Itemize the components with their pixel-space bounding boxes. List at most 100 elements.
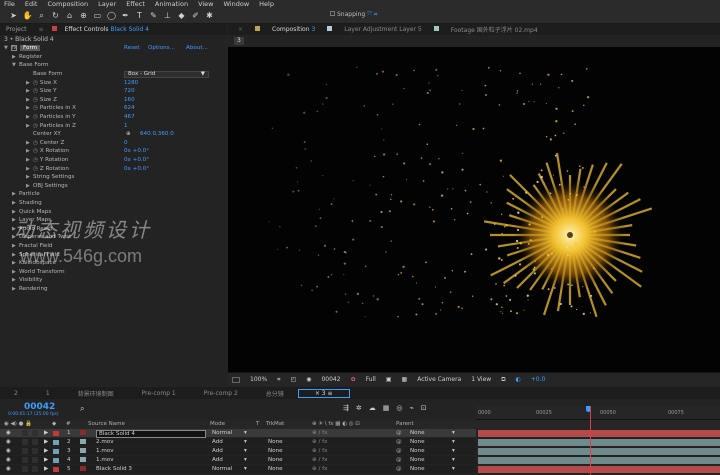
blend-mode-dropdown[interactable]: Add — [212, 457, 223, 463]
lock-icon[interactable] — [50, 26, 59, 33]
blend-mode-dropdown[interactable]: Add — [212, 439, 223, 445]
close-icon[interactable]: ≡ — [33, 26, 50, 33]
layer-name[interactable]: Black Solid 3 — [96, 466, 132, 472]
effect-property-row[interactable]: ▶ ◷ Particles in Z 1 — [0, 121, 227, 130]
layer-row[interactable]: ◉ ▶ 3 1.mov Add ▾ None ⊕ / fx @ None ▾ — [0, 447, 476, 456]
blend-mode-dropdown[interactable]: Normal — [212, 430, 232, 436]
expand-triangle-icon[interactable]: ▶ — [12, 200, 19, 206]
menu-window[interactable]: Window — [224, 0, 250, 8]
trkmat-dropdown[interactable]: None — [268, 457, 283, 463]
resolution-dropdown[interactable]: Full — [366, 376, 376, 383]
effect-property-value[interactable]: 1280 — [124, 80, 138, 86]
solo-toggle[interactable] — [22, 466, 28, 472]
lock-toggle[interactable] — [32, 448, 38, 454]
exposure-value[interactable]: +0.0 — [531, 376, 546, 383]
search-icon[interactable]: ⌕ — [80, 404, 84, 414]
parent-pickwhip-icon[interactable]: @ — [396, 457, 402, 463]
expand-triangle-icon[interactable]: ▶ — [12, 277, 19, 283]
draft-3d-icon[interactable]: ✲ — [356, 404, 369, 412]
effect-options-link[interactable]: Options... — [148, 45, 175, 51]
effect-property-row[interactable]: ▶ ◷ Size Z 160 — [0, 96, 227, 105]
effect-property-row[interactable]: ▶ Particle — [0, 190, 227, 199]
trkmat-dropdown[interactable]: None — [268, 466, 283, 472]
visibility-eye-icon[interactable]: ◉ — [6, 448, 11, 454]
collapse-triangle-icon[interactable]: ▼ — [4, 45, 11, 51]
layer-switches[interactable]: ⊕ / fx — [312, 457, 327, 463]
composition-viewer[interactable]: 动态视频设计 — [228, 47, 720, 372]
effect-property-value[interactable]: 624 — [124, 105, 135, 111]
effect-property-row[interactable]: ▶ ◷ Particles in Y 467 — [0, 113, 227, 122]
expand-layer-icon[interactable]: ▶ — [44, 448, 48, 454]
rotate-tool-icon[interactable]: ↻ — [50, 10, 61, 21]
label-color-swatch[interactable] — [53, 457, 59, 463]
tab-layer[interactable]: Layer Adjustment Layer 5 — [334, 26, 431, 33]
expand-triangle-icon[interactable]: ▶ — [26, 80, 33, 86]
transparency-grid-icon[interactable]: ▦ — [402, 376, 408, 383]
fx-toggle-icon[interactable]: fx — [11, 45, 17, 52]
comp-breadcrumb-tag[interactable]: 3 — [234, 37, 244, 45]
effect-property-value[interactable]: 0x +0.0° — [124, 166, 149, 172]
expand-layer-icon[interactable]: ▶ — [44, 439, 48, 445]
expand-triangle-icon[interactable]: ▶ — [12, 243, 19, 249]
snapping-toggle[interactable]: Snapping ⤧ ⌗ — [330, 11, 377, 19]
stopwatch-icon[interactable]: ◷ — [33, 157, 38, 163]
layer-row[interactable]: ◉ ▶ 2 2.mov Add ▾ None ⊕ / fx @ None ▾ — [0, 438, 476, 447]
visibility-eye-icon[interactable]: ◉ — [6, 466, 11, 472]
expand-triangle-icon[interactable]: ▶ — [26, 97, 33, 103]
type-tool-icon[interactable]: T — [134, 10, 145, 21]
effect-property-value[interactable]: 0 — [124, 140, 128, 146]
lock-toggle[interactable] — [32, 439, 38, 445]
live-update-icon[interactable]: ⊡ — [421, 404, 434, 412]
region-of-interest-icon[interactable]: ▣ — [386, 376, 392, 383]
layer-name[interactable]: Black Solid 4 — [96, 430, 206, 438]
expand-triangle-icon[interactable]: ▶ — [26, 183, 33, 189]
expand-triangle-icon[interactable]: ▶ — [26, 140, 33, 146]
effect-property-value[interactable]: 467 — [124, 114, 135, 120]
menu-help[interactable]: Help — [259, 0, 274, 8]
effect-property-row[interactable]: ▶ Register — [0, 53, 227, 62]
stopwatch-icon[interactable]: ◷ — [33, 80, 38, 86]
effect-property-row[interactable]: Center XY ⊕ 640.0,360.0 — [0, 130, 227, 139]
ellipse-tool-icon[interactable]: ◯ — [106, 10, 117, 21]
stopwatch-icon[interactable]: ◷ — [33, 88, 38, 94]
effect-reset-link[interactable]: Reset — [124, 45, 140, 51]
layer-duration-bar[interactable] — [478, 457, 720, 464]
grid-icon[interactable]: ⌗ — [277, 376, 280, 384]
graph-editor-icon[interactable]: ⌁ — [409, 404, 420, 412]
solo-toggle[interactable] — [22, 457, 28, 463]
expand-triangle-icon[interactable]: ▶ — [26, 148, 33, 154]
tab-project[interactable]: Project — [0, 26, 33, 33]
expand-triangle-icon[interactable]: ▼ — [12, 62, 19, 68]
tab-effect-controls[interactable]: Effect Controls Black Solid 4 — [59, 26, 155, 33]
viewer-lock-icon[interactable] — [253, 26, 262, 33]
roto-brush-tool-icon[interactable]: ✐ — [190, 10, 201, 21]
solo-toggle[interactable] — [22, 430, 28, 436]
motion-blur-icon[interactable]: ◎ — [396, 404, 409, 412]
blend-mode-dropdown[interactable]: Normal — [212, 466, 232, 472]
parent-column[interactable]: Parent — [396, 421, 414, 427]
hand-tool-icon[interactable]: ✋ — [22, 10, 33, 21]
visibility-eye-icon[interactable]: ◉ — [6, 439, 11, 445]
frame-blending-icon[interactable]: ▦ — [383, 404, 397, 412]
parent-pickwhip-icon[interactable]: @ — [396, 439, 402, 445]
expand-triangle-icon[interactable]: ▶ — [12, 252, 19, 258]
visibility-eye-icon[interactable]: ◉ — [6, 430, 11, 436]
effect-property-row[interactable]: ▶ ◷ Size X 1280 — [0, 78, 227, 87]
fast-preview-icon[interactable]: ⧉ — [501, 376, 505, 384]
expand-triangle-icon[interactable]: ▶ — [26, 123, 33, 129]
effect-about-link[interactable]: About... — [186, 45, 208, 51]
menu-animation[interactable]: Animation — [155, 0, 188, 8]
effect-property-row[interactable]: ▶ Visibility — [0, 276, 227, 285]
layer-switches[interactable]: ⊕ / fx — [312, 439, 327, 445]
layer-row[interactable]: ◉ ▶ 4 1.mov Add ▾ None ⊕ / fx @ None ▾ — [0, 456, 476, 465]
zoom-dropdown[interactable]: 100% — [250, 376, 267, 383]
effect-property-row[interactable]: ▼ Base Form — [0, 61, 227, 70]
effect-property-row[interactable]: ▶ Rendering — [0, 285, 227, 294]
menu-effect[interactable]: Effect — [126, 0, 145, 8]
selection-tool-icon[interactable]: ➤ — [8, 10, 19, 21]
blend-mode-dropdown[interactable]: Add — [212, 448, 223, 454]
effect-property-value[interactable]: 0x +0.0° — [124, 157, 149, 163]
effect-property-value[interactable]: 1 — [124, 123, 128, 129]
stopwatch-icon[interactable]: ◷ — [33, 105, 38, 111]
expand-triangle-icon[interactable]: ▶ — [26, 114, 33, 120]
